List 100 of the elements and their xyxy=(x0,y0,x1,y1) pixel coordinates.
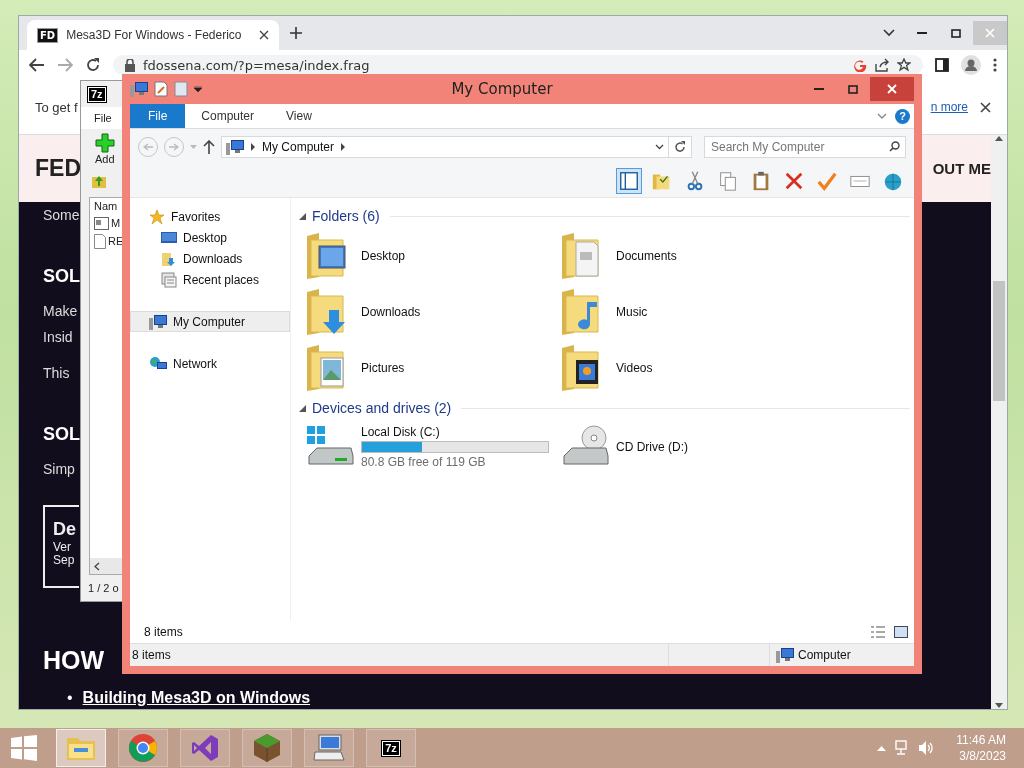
plus-icon[interactable] xyxy=(289,26,303,40)
nav-item[interactable]: Network xyxy=(130,353,290,374)
back-arrow-icon xyxy=(143,143,153,151)
close-icon[interactable] xyxy=(259,30,269,40)
refresh-icon xyxy=(674,141,686,153)
drive-item[interactable]: Local Disk (C:) 80.8 GB free of 119 GB xyxy=(305,420,560,474)
speaker-icon[interactable] xyxy=(918,740,935,756)
nav-item[interactable]: Favorites xyxy=(130,206,290,227)
help-icon[interactable]: ? xyxy=(895,108,910,124)
scrollbar[interactable] xyxy=(991,135,1007,709)
taskbar-button[interactable]: 7z xyxy=(366,729,416,767)
taskbar-button[interactable] xyxy=(180,729,230,767)
collapse-triangle-icon[interactable] xyxy=(299,212,306,220)
delete-icon xyxy=(783,170,805,192)
properties-icon[interactable] xyxy=(154,81,168,97)
file-name[interactable]: M xyxy=(111,217,121,229)
close-button[interactable] xyxy=(870,77,914,101)
folder-item[interactable]: Downloads xyxy=(305,284,560,340)
nav-link[interactable]: OUT ME xyxy=(932,160,991,177)
text-file-icon xyxy=(94,233,106,249)
folder-item[interactable]: Pictures xyxy=(305,340,560,396)
grass-block-icon xyxy=(252,733,282,763)
computer-keyboard-icon xyxy=(313,734,345,762)
breadcrumb-item[interactable]: My Computer xyxy=(262,140,335,154)
nav-item[interactable]: Desktop xyxy=(130,227,290,248)
status-text: 1 / 2 o xyxy=(88,582,119,594)
archiver-icon: 7z xyxy=(382,740,400,756)
forward-arrow-icon[interactable] xyxy=(57,58,73,72)
caret-up-icon[interactable] xyxy=(877,745,887,751)
chevron-right-icon xyxy=(250,143,256,151)
address-field[interactable]: My Computer xyxy=(221,136,669,158)
preview-pane-icon xyxy=(618,170,640,192)
large-icons-view-icon[interactable] xyxy=(894,626,908,638)
reload-icon[interactable] xyxy=(85,57,101,73)
group-header[interactable]: Folders (6) xyxy=(312,208,380,224)
paragraph-text: This xyxy=(43,364,70,383)
taskbar-button[interactable] xyxy=(118,729,168,767)
scroll-thumb[interactable] xyxy=(993,281,1005,401)
search-icon[interactable] xyxy=(889,141,900,152)
scroll-down-icon[interactable] xyxy=(995,703,1003,709)
copy-icon xyxy=(717,170,739,192)
drive-name: CD Drive (D:) xyxy=(616,440,688,454)
scroll-up-icon[interactable] xyxy=(995,135,1003,141)
toolbar-label[interactable]: Add xyxy=(95,153,115,165)
address-bar[interactable]: fdossena.com/?p=mesa/index.frag xyxy=(113,55,923,75)
paragraph-text: Simp xyxy=(43,460,75,479)
taskbar-button[interactable] xyxy=(304,729,354,767)
site-logo[interactable]: FED xyxy=(35,155,81,182)
nav-item[interactable]: Recent places xyxy=(130,269,290,290)
close-icon xyxy=(887,84,897,94)
list-bullet: • xyxy=(67,689,73,706)
collapse-triangle-icon[interactable] xyxy=(299,404,306,412)
free-space-text: 80.8 GB free of 119 GB xyxy=(361,455,486,469)
computer-icon xyxy=(776,647,794,663)
chevron-down-icon[interactable] xyxy=(883,29,895,37)
computer-icon xyxy=(130,81,148,97)
side-panel-icon[interactable] xyxy=(935,58,949,72)
ribbon-tab[interactable]: Computer xyxy=(185,104,271,128)
status-location: Computer xyxy=(798,648,851,662)
folder-item[interactable]: Music xyxy=(560,284,815,340)
windows-logo-icon[interactable] xyxy=(11,735,37,761)
file-name[interactable]: RE xyxy=(108,235,123,247)
group-header[interactable]: Devices and drives (2) xyxy=(312,400,452,416)
drive-item[interactable]: CD Drive (D:) xyxy=(560,420,815,474)
search-field[interactable]: Search My Computer xyxy=(704,136,906,158)
refresh-button[interactable] xyxy=(668,136,692,158)
chevron-down-icon[interactable] xyxy=(655,144,664,150)
card-text: Ver xyxy=(53,541,71,554)
ribbon-tab[interactable]: File xyxy=(130,104,186,128)
folder-item[interactable]: Videos xyxy=(560,340,815,396)
close-icon[interactable] xyxy=(980,101,991,113)
folder-item[interactable]: Documents xyxy=(560,228,815,284)
ribbon-tab[interactable]: View xyxy=(270,104,328,128)
window-file-icon xyxy=(94,216,109,230)
nav-item[interactable]: My Computer xyxy=(130,311,290,332)
share-icon[interactable] xyxy=(875,58,889,72)
taskbar-button[interactable] xyxy=(242,729,292,767)
scroll-left-icon[interactable] xyxy=(94,561,100,571)
folder-arrow-icon xyxy=(161,250,177,267)
column-header[interactable]: Nam xyxy=(90,198,118,214)
details-view-icon[interactable] xyxy=(870,626,886,638)
browser-tab[interactable]: FD Mesa3D For Windows - Federico xyxy=(27,20,279,50)
dropdown-caret-icon[interactable] xyxy=(194,86,202,92)
back-arrow-icon[interactable] xyxy=(29,58,45,72)
taskbar-button[interactable] xyxy=(56,729,106,767)
up-arrow-icon[interactable] xyxy=(203,140,215,154)
nav-item[interactable]: Downloads xyxy=(130,248,290,269)
folder-item[interactable]: Desktop xyxy=(305,228,560,284)
article-link[interactable]: Building Mesa3D on Windows xyxy=(82,689,311,706)
profile-avatar-icon[interactable] xyxy=(961,55,981,75)
more-menu-icon[interactable] xyxy=(993,58,997,72)
network-icon xyxy=(149,355,167,372)
toolbar-button[interactable] xyxy=(616,168,642,194)
plus-icon[interactable] xyxy=(95,133,115,153)
star-outline-icon[interactable] xyxy=(897,58,911,72)
close-icon xyxy=(985,28,995,38)
learn-more-link[interactable]: n more xyxy=(930,100,968,114)
section-title: HOW xyxy=(43,645,105,676)
status-text: 8 items xyxy=(132,648,171,662)
maximize-icon xyxy=(951,28,961,38)
